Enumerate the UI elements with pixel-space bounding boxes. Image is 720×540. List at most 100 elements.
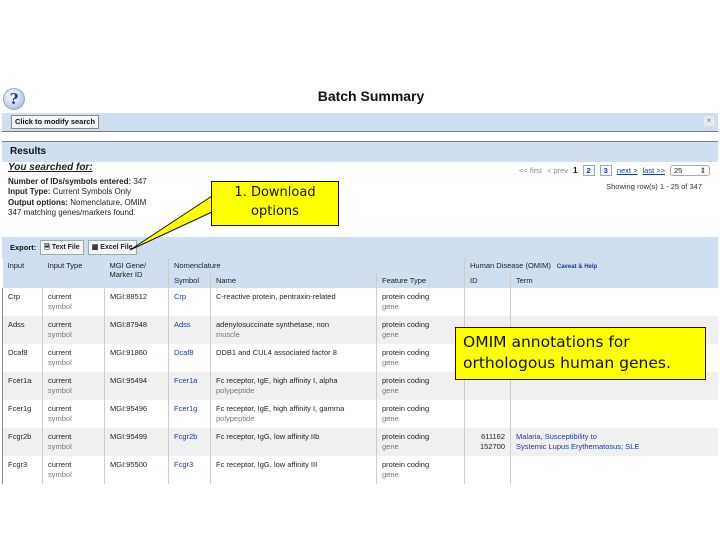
cell-name-text: polypeptide bbox=[216, 386, 255, 395]
cell-input: Fcer1g bbox=[2, 400, 43, 428]
cell-feature-type: protein coding gene bbox=[376, 372, 465, 400]
cell-feature-type-text: gene bbox=[382, 414, 399, 423]
cell-input-type: current symbol bbox=[42, 316, 105, 344]
cell-feature-type-text: protein coding bbox=[382, 292, 430, 301]
cell-symbol[interactable]: Fcer1g bbox=[168, 400, 211, 428]
next-page-link[interactable]: next > bbox=[617, 166, 638, 175]
cell-mgi-id-text: MGI:88512 bbox=[110, 292, 148, 301]
cell-name-text: adenylosuccinate synthetase, non bbox=[216, 320, 329, 329]
cell-name-text: Fc receptor, IgE, high affinity I, alpha bbox=[216, 376, 338, 385]
cell-feature-type: protein coding gene bbox=[376, 316, 465, 344]
cell-feature-type-text: gene bbox=[382, 302, 399, 311]
export-bar: Export: 🗎 Text File ▦ Excel File bbox=[2, 237, 718, 258]
cell-input: Fcgr2b bbox=[2, 428, 43, 456]
col-symbol: Symbol bbox=[168, 273, 211, 288]
cell-mgi-id: MGI:95496 bbox=[104, 400, 169, 428]
cell-symbol-text[interactable]: Fcer1a bbox=[174, 376, 205, 386]
table-row: Fcer1g current symbol MGI:95496 Fcer1g Fc rec… bbox=[2, 400, 718, 428]
prev-page-link[interactable]: < prev bbox=[547, 166, 568, 175]
cell-feature-type-text: protein coding bbox=[382, 320, 430, 329]
cell-mgi-id: MGI:87948 bbox=[104, 316, 169, 344]
last-page-link[interactable]: last >> bbox=[642, 166, 665, 175]
page-link-2[interactable]: 2 bbox=[582, 165, 595, 176]
cell-omim-term[interactable]: Malaria, Susceptibility to Systemic Lupus… bbox=[510, 428, 718, 456]
current-page: 1 bbox=[573, 166, 578, 175]
cell-name: C-reactive protein, pentraxin-related bbox=[210, 288, 377, 316]
page-link-3[interactable]: 3 bbox=[599, 165, 612, 176]
cell-mgi-id-text: MGI:95500 bbox=[110, 460, 148, 469]
modify-search-button[interactable]: Click to modify search bbox=[11, 115, 100, 129]
cell-omim-id: 611162 152700 bbox=[464, 428, 511, 456]
cell-feature-type: protein coding gene bbox=[376, 344, 465, 372]
cell-mgi-id-text: MGI:87948 bbox=[110, 320, 148, 329]
col-name: Name bbox=[210, 273, 377, 288]
cell-symbol-text[interactable]: Fcgr2b bbox=[174, 432, 205, 442]
cell-feature-type: protein coding gene bbox=[376, 288, 465, 316]
cell-input-type-text: symbol bbox=[48, 358, 72, 367]
cell-input-type: current symbol bbox=[42, 344, 105, 372]
cell-feature-type-text: protein coding bbox=[382, 376, 430, 385]
cell-omim-term-text[interactable]: Malaria, Susceptibility to bbox=[516, 432, 713, 442]
cell-input-type: current symbol bbox=[42, 456, 105, 484]
cell-input-type-text: current bbox=[48, 292, 72, 301]
cell-input-type-text: symbol bbox=[48, 414, 72, 423]
first-page-link[interactable]: << first bbox=[519, 166, 542, 175]
summary-heading: You searched for: bbox=[8, 162, 93, 173]
cell-feature-type-text: protein coding bbox=[382, 432, 430, 441]
download-callout: 1. Download options bbox=[211, 181, 339, 226]
cell-mgi-id-text: MGI:95496 bbox=[110, 404, 148, 413]
cell-symbol-text[interactable]: Crp bbox=[174, 292, 205, 302]
cell-symbol[interactable]: Fcgr3 bbox=[168, 456, 211, 484]
cell-feature-type: protein coding gene bbox=[376, 400, 465, 428]
cell-symbol[interactable]: Fcer1a bbox=[168, 372, 211, 400]
cell-feature-type-text: gene bbox=[382, 330, 399, 339]
cell-input-text: Crp bbox=[8, 292, 21, 301]
cell-symbol[interactable]: Crp bbox=[168, 288, 211, 316]
cell-feature-type-text: gene bbox=[382, 386, 399, 395]
collapse-icon[interactable]: × bbox=[704, 116, 714, 126]
cell-symbol-text[interactable]: Adss bbox=[174, 320, 205, 330]
cell-input-text: Fcer1g bbox=[8, 404, 32, 413]
cell-input-type-text: symbol bbox=[48, 330, 72, 339]
cell-mgi-id: MGI:88512 bbox=[104, 288, 169, 316]
results-header: Results bbox=[2, 141, 718, 162]
cell-symbol-text[interactable]: Dcaf8 bbox=[174, 348, 205, 358]
cell-feature-type-text: gene bbox=[382, 442, 399, 451]
col-omim-term: Term bbox=[510, 273, 718, 288]
cell-omim-term-text[interactable]: Systemic Lupus Erythematosus; SLE bbox=[516, 442, 713, 452]
cell-mgi-id-text: MGI:91860 bbox=[110, 348, 148, 357]
cell-mgi-id-text: MGI:95499 bbox=[110, 432, 148, 441]
cell-omim-id-text: 152700 bbox=[479, 442, 505, 451]
cell-symbol[interactable]: Fcgr2b bbox=[168, 428, 211, 456]
cell-name: Fc receptor, IgG, low affinity III bbox=[210, 456, 377, 484]
col-input-type: Input Type bbox=[42, 258, 105, 288]
pagination: << first < prev 1 2 3 next > last >> 25 ⇕ bbox=[519, 165, 710, 176]
cell-omim-term[interactable] bbox=[510, 288, 718, 316]
excel-file-button[interactable]: ▦ Excel File bbox=[87, 240, 137, 255]
col-omim-id: ID bbox=[464, 273, 511, 288]
page-size-select[interactable]: 25 ⇕ bbox=[670, 165, 710, 176]
page-title: Batch Summary bbox=[317, 88, 425, 104]
cell-feature-type: protein coding gene bbox=[376, 428, 465, 456]
omim-callout: OMIM annotations for orthologous human ge… bbox=[455, 327, 706, 380]
cell-symbol-text[interactable]: Fcer1g bbox=[174, 404, 205, 414]
cell-omim-term[interactable] bbox=[510, 456, 718, 484]
modify-search-bar: Click to modify search × bbox=[2, 113, 718, 132]
cell-omim-term[interactable] bbox=[510, 400, 718, 428]
cell-symbol[interactable]: Dcaf8 bbox=[168, 344, 211, 372]
cell-name-text: Fc receptor, IgE, high affinity I, gamma bbox=[216, 404, 345, 413]
cell-omim-id bbox=[464, 288, 511, 316]
cell-symbol[interactable]: Adss bbox=[168, 316, 211, 344]
cell-symbol-text[interactable]: Fcgr3 bbox=[174, 460, 205, 470]
text-file-button[interactable]: 🗎 Text File bbox=[40, 240, 84, 255]
cell-mgi-id: MGI:95494 bbox=[104, 372, 169, 400]
cell-name-text: C-reactive protein, pentraxin-related bbox=[216, 292, 336, 301]
cell-input-type-text: symbol bbox=[48, 442, 72, 451]
cell-input-text: Dcaf8 bbox=[8, 348, 28, 357]
col-feature-type: Feature Type bbox=[376, 273, 465, 288]
cell-input: Dcaf8 bbox=[2, 344, 43, 372]
cell-input-type-text: current bbox=[48, 460, 72, 469]
caveat-help-link[interactable]: Caveat & Help bbox=[557, 264, 597, 270]
summary-line: Output options: Nomenclature, OMIM bbox=[8, 197, 147, 207]
cell-feature-type-text: protein coding bbox=[382, 404, 430, 413]
